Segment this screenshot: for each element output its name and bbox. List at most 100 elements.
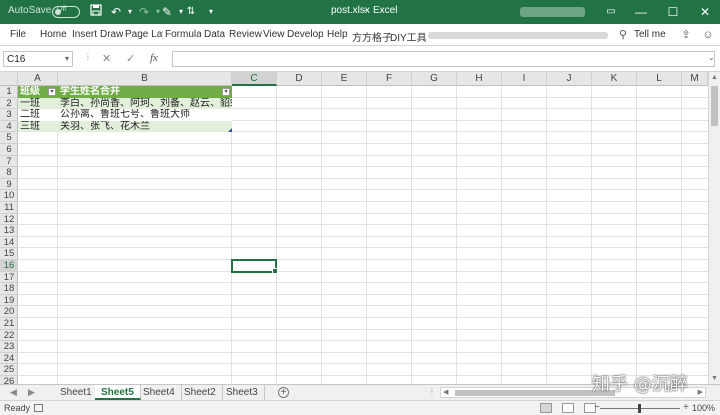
scroll-right-icon[interactable]: ▶	[698, 388, 703, 396]
row-header[interactable]: 2	[0, 98, 18, 110]
row-header[interactable]: 17	[0, 272, 18, 284]
row-header[interactable]: 15	[0, 248, 18, 260]
sheet-tab-sheet5[interactable]: Sheet5	[95, 385, 141, 400]
column-header-f[interactable]: F	[367, 72, 412, 86]
row-header[interactable]: 22	[0, 330, 18, 342]
tab-data[interactable]: Data	[204, 29, 225, 40]
column-header-d[interactable]: D	[277, 72, 322, 86]
prev-sheet-icon[interactable]: ◀	[10, 387, 17, 398]
row-header[interactable]: 7	[0, 156, 18, 168]
maximize-icon[interactable]: ☐	[656, 0, 690, 24]
table-cell-names[interactable]: 关羽、张飞、花木兰	[58, 120, 232, 133]
tab-diy-tools[interactable]: DIY工具	[390, 29, 427, 44]
confirm-entry-icon[interactable]: ✓	[126, 52, 135, 65]
ribbon-display-icon[interactable]: ▭	[602, 3, 620, 21]
expand-formula-icon[interactable]: ⌄	[708, 53, 715, 62]
row-header[interactable]: 8	[0, 167, 18, 179]
comments-icon[interactable]: ☺	[700, 27, 716, 43]
cell-grid[interactable]: 班级 ▾ 学生姓名合并 ▾ 一班 李白、孙尚香、阿珂、刘备、赵云、貂蝉 二班 公…	[18, 86, 708, 384]
sheet-tab-sheet1[interactable]: Sheet1	[54, 385, 99, 400]
row-header[interactable]: 3	[0, 109, 18, 121]
tab-home[interactable]: Home	[40, 29, 67, 40]
tab-file[interactable]: File	[10, 29, 26, 40]
row-header[interactable]: 19	[0, 295, 18, 307]
share-icon[interactable]: ⇪	[678, 27, 694, 43]
scroll-left-icon[interactable]: ◀	[443, 388, 448, 396]
tab-page-layout[interactable]: Page Lay	[125, 29, 163, 40]
scroll-up-icon[interactable]: ▲	[711, 74, 718, 81]
table-header-class[interactable]: 班级 ▾	[18, 86, 58, 98]
minimize-icon[interactable]: —	[624, 0, 658, 24]
row-header[interactable]: 13	[0, 225, 18, 237]
column-header-a[interactable]: A	[18, 72, 58, 86]
insert-function-icon[interactable]: fx	[150, 52, 158, 64]
filter-dropdown-icon[interactable]: ▾	[222, 88, 230, 96]
scroll-down-icon[interactable]: ▼	[711, 375, 718, 382]
table-header-names[interactable]: 学生姓名合并 ▾	[58, 86, 232, 98]
filter-dropdown-icon[interactable]: ▾	[48, 88, 56, 96]
table-resize-handle-icon[interactable]	[228, 128, 232, 132]
table-cell-class[interactable]: 三班	[18, 120, 58, 133]
row-header[interactable]: 1	[0, 86, 18, 98]
zoom-in-button[interactable]: +	[683, 402, 689, 413]
table-cell-names[interactable]: 李白、孙尚香、阿珂、刘备、赵云、貂蝉	[58, 97, 232, 110]
row-header[interactable]: 10	[0, 190, 18, 202]
tab-split-icon[interactable]: ⋮	[428, 387, 436, 396]
name-box-dropdown-icon[interactable]: ▾	[65, 54, 69, 63]
zoom-slider-thumb[interactable]	[638, 404, 641, 413]
row-header[interactable]: 23	[0, 341, 18, 353]
column-header-m[interactable]: M	[682, 72, 708, 86]
save-icon[interactable]	[87, 3, 105, 21]
tab-review[interactable]: Review	[229, 29, 262, 40]
row-header[interactable]: 14	[0, 237, 18, 249]
horizontal-scroll-thumb[interactable]	[455, 390, 615, 396]
column-header-k[interactable]: K	[592, 72, 637, 86]
row-header[interactable]: 18	[0, 283, 18, 295]
sheet-tab-sheet4[interactable]: Sheet4	[137, 385, 182, 400]
column-header-i[interactable]: I	[502, 72, 547, 86]
tab-draw[interactable]: Draw	[100, 29, 123, 40]
row-header[interactable]: 9	[0, 179, 18, 191]
table-cell-class[interactable]: 一班	[18, 97, 58, 110]
close-icon[interactable]: ✕	[688, 0, 720, 24]
row-header[interactable]: 20	[0, 306, 18, 318]
row-header[interactable]: 21	[0, 318, 18, 330]
tab-insert[interactable]: Insert	[72, 29, 97, 40]
zoom-level[interactable]: 100%	[692, 403, 715, 413]
column-header-b[interactable]: B	[58, 72, 232, 86]
tab-help[interactable]: Help	[327, 29, 348, 40]
row-header[interactable]: 16	[0, 260, 18, 272]
row-header[interactable]: 4	[0, 121, 18, 133]
column-header-j[interactable]: J	[547, 72, 592, 86]
tab-view[interactable]: View	[263, 29, 285, 40]
page-layout-view-icon[interactable]	[562, 403, 574, 413]
vertical-scroll-thumb[interactable]	[711, 86, 718, 126]
row-header[interactable]: 24	[0, 353, 18, 365]
zoom-out-button[interactable]: −	[594, 402, 600, 413]
formula-input[interactable]	[172, 51, 715, 67]
row-header[interactable]: 6	[0, 144, 18, 156]
table-cell-names[interactable]: 公孙离、鲁班七号、鲁班大师	[58, 109, 232, 121]
next-sheet-icon[interactable]: ▶	[28, 387, 35, 398]
cancel-entry-icon[interactable]: ✕	[102, 52, 111, 65]
customize-qat-icon[interactable]: ▾	[202, 3, 220, 21]
column-header-l[interactable]: L	[637, 72, 682, 86]
add-sheet-button[interactable]: +	[278, 387, 289, 398]
sort-icon[interactable]: ⇅	[182, 3, 200, 21]
row-header[interactable]: 5	[0, 132, 18, 144]
column-header-h[interactable]: H	[457, 72, 502, 86]
column-header-c[interactable]: C	[232, 72, 277, 86]
column-header-g[interactable]: G	[412, 72, 457, 86]
column-header-e[interactable]: E	[322, 72, 367, 86]
tab-formulas[interactable]: Formula	[165, 29, 201, 40]
name-box[interactable]: C16 ▾	[3, 51, 73, 67]
macro-record-icon[interactable]	[34, 404, 43, 412]
sheet-tab-sheet2[interactable]: Sheet2	[178, 385, 223, 400]
tab-developer[interactable]: Develop	[287, 29, 323, 40]
sheet-tab-sheet3[interactable]: Sheet3	[220, 385, 265, 400]
lightbulb-icon[interactable]: ⚲	[615, 27, 631, 43]
row-header[interactable]: 11	[0, 202, 18, 214]
normal-view-icon[interactable]	[540, 403, 552, 413]
table-cell-class[interactable]: 二班	[18, 109, 58, 121]
selected-cell[interactable]	[231, 259, 278, 274]
